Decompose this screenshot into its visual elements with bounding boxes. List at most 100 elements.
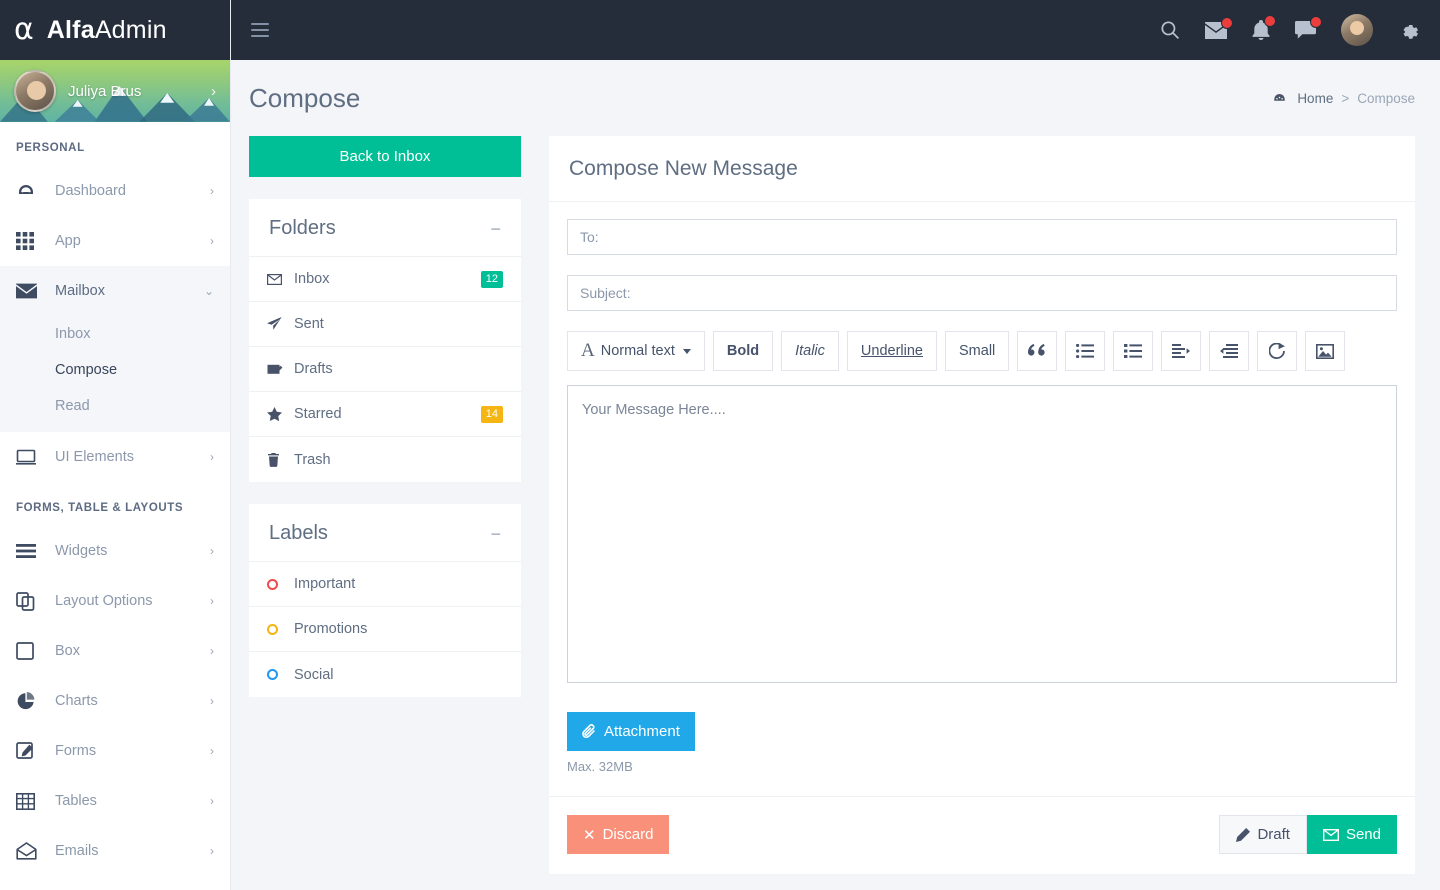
pencil-icon [1236,827,1251,842]
compose-card: Compose New Message A Normal text Bold [549,136,1415,874]
chevron-right-icon: › [210,450,214,464]
sidebar-submenu-mailbox: Inbox Compose Read [0,316,230,432]
sidebar-item-charts[interactable]: Charts › [0,676,230,726]
breadcrumb-current: Compose [1357,90,1415,106]
labels-card: Labels − Important Promotions Social [249,504,521,697]
message-body-textarea[interactable] [567,385,1397,683]
sidebar-item-mailbox[interactable]: Mailbox ⌄ [0,266,230,316]
subject-field[interactable] [567,275,1397,311]
link-share-icon[interactable] [1257,331,1298,371]
sidebar-item-forms[interactable]: Forms › [0,726,230,776]
monitor-icon [16,449,44,465]
sidebar-item-label: Dashboard [55,183,126,199]
discard-label: Discard [602,826,654,843]
label-text: Social [294,666,334,683]
chevron-right-icon: › [210,644,214,658]
sidebar-item-label: Layout Options [55,593,153,609]
paper-plane-icon [267,317,289,331]
label-row-social[interactable]: Social [249,652,521,697]
label-row-promotions[interactable]: Promotions [249,607,521,652]
bell-icon[interactable] [1252,15,1276,40]
sidebar-item-inbox[interactable]: Inbox [0,316,230,352]
breadcrumb-separator: > [1341,90,1350,106]
to-field[interactable] [567,219,1397,255]
sidebar-item-emails[interactable]: Emails › [0,826,230,876]
sidebar-item-label: Widgets [55,543,108,559]
chevron-right-icon: › [210,234,214,248]
quote-icon[interactable] [1017,331,1058,371]
folder-label: Starred [294,406,342,422]
labels-collapse-button[interactable]: − [490,525,501,543]
bold-button[interactable]: Bold [712,331,774,371]
hamburger-menu-icon[interactable] [251,19,269,41]
folder-row-drafts[interactable]: Drafts [249,347,521,392]
labels-title: Labels [269,522,328,544]
underline-button[interactable]: Underline [846,331,937,371]
sidebar-item-label: Emails [55,843,99,859]
unordered-list-icon[interactable] [1065,331,1106,371]
sidebar: α AlfaAdmin Juliya Brus › PERSONAL Dashb… [0,0,231,890]
brand-title-bold: Alfa [46,15,95,44]
send-button[interactable]: Send [1306,815,1397,854]
pie-chart-icon [16,691,44,711]
sidebar-item-widgets[interactable]: Widgets › [0,526,230,576]
draft-button[interactable]: Draft [1219,815,1307,854]
italic-button[interactable]: Italic [781,331,839,371]
indent-icon[interactable] [1161,331,1202,371]
image-icon[interactable] [1305,331,1346,371]
sidebar-item-read[interactable]: Read [0,388,230,424]
text-style-dropdown[interactable]: A Normal text [567,331,705,371]
ordered-list-icon[interactable] [1113,331,1154,371]
folder-row-trash[interactable]: Trash [249,437,521,482]
search-icon[interactable] [1160,20,1180,40]
footer-actions: Draft Send [1219,815,1397,854]
chevron-right-icon[interactable]: › [211,83,216,100]
labels-card-header: Labels − [249,504,521,562]
circle-icon [267,578,289,590]
label-text: Important [294,576,356,592]
sidebar-section-forms: FORMS, TABLE & LAYOUTS [16,502,184,514]
envelope-icon [16,283,44,299]
back-to-inbox-button[interactable]: Back to Inbox [249,136,521,177]
folder-row-inbox[interactable]: Inbox 12 [249,257,521,302]
envelope-edit-icon [267,363,289,375]
sidebar-item-layout-options[interactable]: Layout Options › [0,576,230,626]
sidebar-item-compose[interactable]: Compose [0,352,230,388]
sidebar-item-ui-elements[interactable]: UI Elements › [0,432,230,482]
envelope-icon [1322,828,1339,841]
outdent-icon[interactable] [1209,331,1250,371]
brand-title[interactable]: AlfaAdmin [47,16,167,45]
inbox-count-badge: 12 [480,270,503,288]
attachment-section: Attachment Max. 32MB [567,688,1397,774]
sidebar-item-box[interactable]: Box › [0,626,230,676]
alpha-logo-icon: α [14,12,34,47]
draft-label: Draft [1257,826,1290,843]
envelope-icon[interactable] [1205,16,1233,39]
avatar [14,70,56,112]
folder-row-starred[interactable]: Starred 14 [249,392,521,437]
main-area: Compose Home > Compose Back to Inbox Fol… [231,0,1440,890]
sidebar-item-label: Charts [55,693,98,709]
gear-icon[interactable] [1398,20,1418,40]
chevron-down-icon: ⌄ [203,284,214,298]
sidebar-item-app[interactable]: App › [0,216,230,266]
small-button[interactable]: Small [945,331,1010,371]
attachment-button[interactable]: Attachment [567,712,695,751]
sidebar-item-dashboard[interactable]: Dashboard › [0,166,230,216]
folder-label: Sent [294,316,324,332]
chat-icon[interactable] [1295,16,1322,39]
label-row-important[interactable]: Important [249,562,521,607]
sidebar-item-label: App [55,233,81,249]
sidebar-profile[interactable]: Juliya Brus › [0,60,230,122]
avatar[interactable] [1341,14,1373,46]
folder-row-sent[interactable]: Sent [249,302,521,347]
sidebar-item-label: UI Elements [55,449,134,465]
text-style-label: Normal text [600,343,675,359]
discard-button[interactable]: ✕ Discard [567,815,670,854]
folders-collapse-button[interactable]: − [490,220,501,238]
attachment-label: Attachment [604,723,680,740]
close-icon: ✕ [583,826,596,844]
folders-title: Folders [269,217,336,239]
sidebar-item-tables[interactable]: Tables › [0,776,230,826]
breadcrumb-home[interactable]: Home [1297,91,1333,106]
